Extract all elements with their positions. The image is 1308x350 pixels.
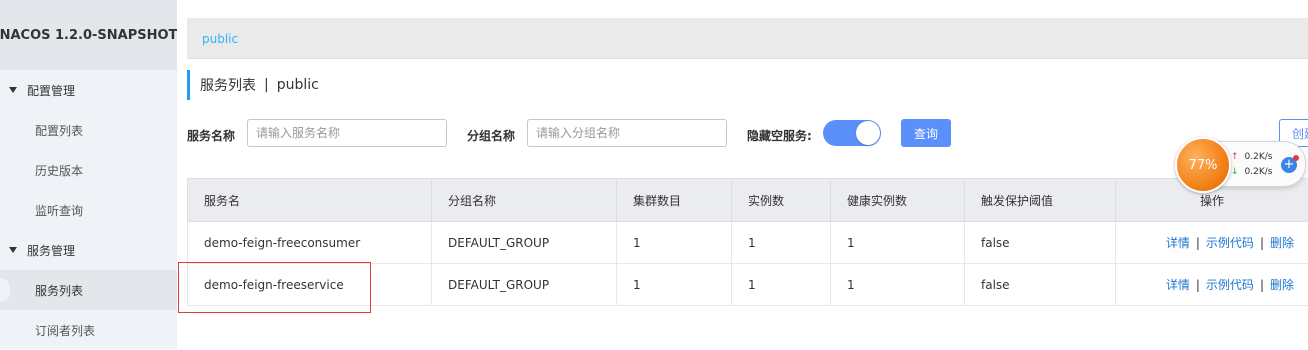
upload-speed-value: 0.2K/s: [1245, 152, 1273, 162]
sample-code-link[interactable]: 示例代码: [1206, 236, 1254, 250]
nav-group-label: 配置管理: [27, 82, 75, 99]
cell-cluster-count: 1: [617, 222, 732, 264]
upload-speed: ↑ 0.2K/s: [1231, 152, 1272, 162]
sidebar-item-service-list[interactable]: 服务列表: [0, 270, 177, 310]
hide-empty-toggle[interactable]: [823, 120, 881, 146]
caret-down-icon: [9, 247, 17, 253]
namespace-tab-public[interactable]: public: [202, 32, 238, 46]
service-name-input[interactable]: [247, 119, 447, 147]
nav-group-label: 服务管理: [27, 242, 75, 259]
group-name-label: 分组名称: [467, 127, 515, 144]
cell-instance-count: 1: [732, 222, 831, 264]
group-name-input[interactable]: [527, 119, 727, 147]
page-title-namespace: public: [277, 77, 319, 93]
page-title-text: 服务列表: [200, 75, 256, 95]
header-service-name: 服务名: [188, 179, 432, 222]
header-cluster-count: 集群数目: [617, 179, 732, 222]
cell-threshold: false: [965, 264, 1116, 306]
service-table: 服务名 分组名称 集群数目 实例数 健康实例数 触发保护阈值 操作 demo-f…: [187, 178, 1308, 306]
toggle-knob: [856, 121, 880, 145]
notification-dot-icon: [1293, 155, 1299, 161]
header-healthy-count: 健康实例数: [831, 179, 965, 222]
namespace-bar: public: [187, 18, 1308, 59]
delete-link[interactable]: 删除: [1270, 236, 1294, 250]
sidebar-item-history[interactable]: 历史版本: [0, 150, 177, 190]
header-threshold: 触发保护阈值: [965, 179, 1116, 222]
action-separator: |: [1260, 236, 1264, 250]
download-speed: ↓ 0.2K/s: [1231, 167, 1272, 177]
cell-instance-count: 1: [732, 264, 831, 306]
service-name-label: 服务名称: [187, 127, 235, 144]
sidebar: NACOS 1.2.0-SNAPSHOT 配置管理 配置列表 历史版本 监听查询…: [0, 0, 177, 349]
arrow-up-icon: ↑: [1231, 152, 1239, 162]
table-row: demo-feign-freeconsumer DEFAULT_GROUP 1 …: [188, 222, 1308, 264]
query-button[interactable]: 查询: [901, 119, 951, 147]
cell-cluster-count: 1: [617, 264, 732, 306]
usage-percent-ball[interactable]: 77%: [1175, 137, 1231, 193]
page-title: 服务列表 | public: [187, 70, 319, 100]
cell-healthy-count: 1: [831, 222, 965, 264]
plus-icon[interactable]: +: [1281, 157, 1297, 173]
table-header-row: 服务名 分组名称 集群数目 实例数 健康实例数 触发保护阈值 操作: [188, 179, 1308, 222]
caret-down-icon: [9, 87, 17, 93]
delete-link[interactable]: 删除: [1270, 278, 1294, 292]
nav-group-config[interactable]: 配置管理: [0, 70, 177, 110]
detail-link[interactable]: 详情: [1166, 278, 1190, 292]
table-row: demo-feign-freeservice DEFAULT_GROUP 1 1…: [188, 264, 1308, 306]
download-speed-value: 0.2K/s: [1245, 167, 1273, 177]
nav-group-service[interactable]: 服务管理: [0, 230, 177, 270]
detail-link[interactable]: 详情: [1166, 236, 1190, 250]
cell-group-name: DEFAULT_GROUP: [432, 222, 617, 264]
cell-service-name: demo-feign-freeconsumer: [188, 222, 432, 264]
sidebar-item-subscriber-list[interactable]: 订阅者列表: [0, 310, 177, 350]
cell-healthy-count: 1: [831, 264, 965, 306]
cell-threshold: false: [965, 222, 1116, 264]
header-group-name: 分组名称: [432, 179, 617, 222]
arrow-down-icon: ↓: [1231, 167, 1239, 177]
action-separator: |: [1196, 236, 1200, 250]
title-separator: |: [264, 77, 269, 93]
cell-actions: 详情 | 示例代码 | 删除: [1116, 264, 1308, 306]
cell-group-name: DEFAULT_GROUP: [432, 264, 617, 306]
sidebar-item-listener-query[interactable]: 监听查询: [0, 190, 177, 230]
app-logo: NACOS 1.2.0-SNAPSHOT: [0, 0, 177, 70]
hide-empty-label: 隐藏空服务:: [747, 127, 812, 144]
action-separator: |: [1260, 278, 1264, 292]
sample-code-link[interactable]: 示例代码: [1206, 278, 1254, 292]
header-instance-count: 实例数: [732, 179, 831, 222]
action-separator: |: [1196, 278, 1200, 292]
cell-service-name: demo-feign-freeservice: [188, 264, 432, 306]
sidebar-item-config-list[interactable]: 配置列表: [0, 110, 177, 150]
cell-actions: 详情 | 示例代码 | 删除: [1116, 222, 1308, 264]
